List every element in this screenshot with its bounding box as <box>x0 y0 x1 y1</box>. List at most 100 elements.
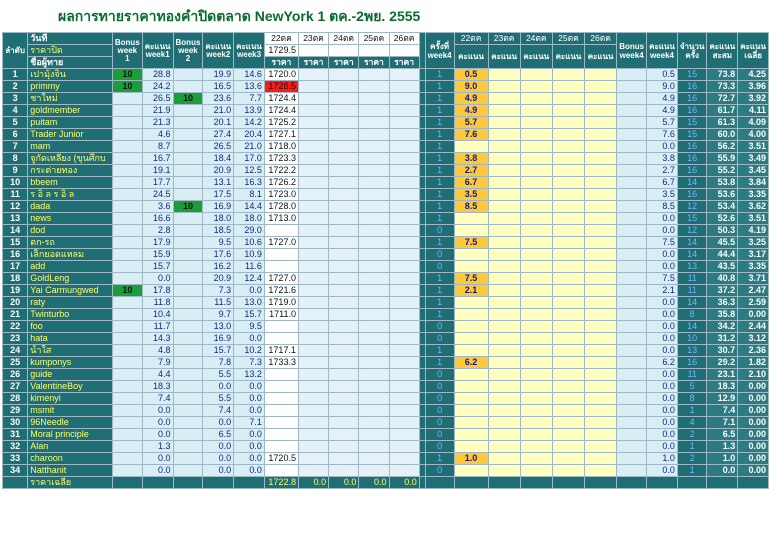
score-week4-cell[interactable]: 0.0 <box>646 404 678 417</box>
times-week4-cell[interactable]: 1 <box>424 92 455 105</box>
player-name[interactable]: puitam <box>27 116 113 129</box>
guess-price-cell[interactable] <box>358 224 390 237</box>
daily-score-cell[interactable] <box>519 440 553 453</box>
player-name[interactable]: primmy <box>27 80 113 93</box>
guess-price-cell[interactable] <box>358 308 390 321</box>
count-cell[interactable]: 15 <box>676 68 708 81</box>
bonus-week4-cell[interactable] <box>616 464 648 477</box>
score-week2-cell[interactable]: 17.5 <box>202 188 235 201</box>
guess-price-cell[interactable] <box>388 452 420 465</box>
score-week4-cell[interactable]: 7.5 <box>646 236 678 249</box>
daily-score-cell[interactable] <box>519 452 553 465</box>
daily-score-cell[interactable] <box>487 368 521 381</box>
daily-score-cell[interactable] <box>487 152 521 165</box>
score-week3-cell[interactable]: 17.0 <box>233 152 265 165</box>
daily-score-cell[interactable] <box>551 128 586 141</box>
close-price-cell[interactable] <box>358 44 390 57</box>
daily-score-cell[interactable] <box>453 392 489 405</box>
bonus-week1-cell[interactable] <box>111 428 143 441</box>
times-week4-cell[interactable]: 1 <box>424 68 455 81</box>
score-week4-cell[interactable]: 0.0 <box>646 392 678 405</box>
count-cell[interactable]: 15 <box>676 128 708 141</box>
score-week2-cell[interactable]: 0.0 <box>202 452 235 465</box>
score-week3-cell[interactable]: 14.2 <box>233 116 265 129</box>
bonus-week2-cell[interactable] <box>172 380 204 393</box>
score-week4-cell[interactable]: 9.0 <box>646 80 678 93</box>
guess-price-cell[interactable]: 1713.0 <box>263 212 299 225</box>
daily-score-cell[interactable] <box>519 368 553 381</box>
guess-price-cell[interactable]: 1721.6 <box>263 284 299 297</box>
daily-score-cell[interactable] <box>487 200 521 213</box>
daily-score-cell[interactable] <box>551 392 586 405</box>
score-week4-cell[interactable]: 0.0 <box>646 260 678 273</box>
score-week4-cell[interactable]: 0.0 <box>646 332 678 345</box>
guess-price-cell[interactable] <box>328 404 360 417</box>
bonus-week1-cell[interactable] <box>111 116 143 129</box>
bonus-week4-cell[interactable] <box>616 80 648 93</box>
times-week4-cell[interactable]: 0 <box>424 416 455 429</box>
guess-price-cell[interactable] <box>297 260 330 273</box>
score-week3-cell[interactable]: 0.0 <box>233 332 265 345</box>
daily-score-cell[interactable] <box>487 380 521 393</box>
average-score-cell[interactable]: 3.84 <box>737 176 769 189</box>
times-week4-cell[interactable]: 1 <box>424 152 455 165</box>
total-score-cell[interactable]: 12.9 <box>706 392 739 405</box>
close-price-cell[interactable] <box>297 44 330 57</box>
score-week1-cell[interactable]: 7.4 <box>141 392 174 405</box>
bonus-week1-cell[interactable] <box>111 152 143 165</box>
bonus-week2-cell[interactable] <box>172 344 204 357</box>
player-name[interactable]: GoldLeng <box>27 272 113 285</box>
daily-score-cell[interactable] <box>551 428 586 441</box>
bonus-week4-cell[interactable] <box>616 344 648 357</box>
bonus-week1-cell[interactable] <box>111 308 143 321</box>
count-cell[interactable]: 1 <box>676 404 708 417</box>
score-week4-cell[interactable]: 0.0 <box>646 464 678 477</box>
guess-price-cell[interactable] <box>297 284 330 297</box>
score-week1-cell[interactable]: 19.1 <box>141 164 174 177</box>
average-score-cell[interactable]: 3.51 <box>737 140 769 153</box>
bonus-week4-cell[interactable] <box>616 104 648 117</box>
daily-score-cell[interactable] <box>487 356 521 369</box>
daily-score-cell[interactable] <box>519 236 553 249</box>
daily-score-cell[interactable] <box>519 92 553 105</box>
bonus-week2-cell[interactable] <box>172 452 204 465</box>
score-week4-cell[interactable]: 0.0 <box>646 140 678 153</box>
daily-score-cell[interactable] <box>584 164 618 177</box>
score-week3-cell[interactable]: 13.2 <box>233 368 265 381</box>
times-week4-cell[interactable]: 0 <box>424 404 455 417</box>
bonus-week4-cell[interactable] <box>616 368 648 381</box>
score-week3-cell[interactable]: 0.0 <box>233 284 265 297</box>
guess-price-cell[interactable] <box>328 344 360 357</box>
bonus-week4-cell[interactable] <box>616 416 648 429</box>
score-week2-cell[interactable]: 18.0 <box>202 212 235 225</box>
guess-price-cell[interactable] <box>297 404 330 417</box>
daily-score-cell[interactable] <box>487 104 521 117</box>
guess-price-cell[interactable] <box>358 140 390 153</box>
score-week2-cell[interactable]: 16.9 <box>202 332 235 345</box>
bonus-week2-cell[interactable] <box>172 104 204 117</box>
player-name[interactable]: น้ำใส <box>27 344 113 357</box>
daily-score-cell[interactable] <box>487 260 521 273</box>
score-week3-cell[interactable]: 15.7 <box>233 308 265 321</box>
times-week4-cell[interactable]: 1 <box>424 272 455 285</box>
total-score-cell[interactable]: 55.2 <box>706 164 739 177</box>
score-week4-cell[interactable]: 5.7 <box>646 116 678 129</box>
score-week4-cell[interactable]: 0.0 <box>646 368 678 381</box>
guess-price-cell[interactable] <box>263 224 299 237</box>
daily-score-cell[interactable] <box>487 164 521 177</box>
times-week4-cell[interactable]: 0 <box>424 260 455 273</box>
times-week4-cell[interactable]: 1 <box>424 356 455 369</box>
guess-price-cell[interactable] <box>263 248 299 261</box>
times-week4-cell[interactable]: 1 <box>424 296 455 309</box>
bonus-week4-cell[interactable] <box>616 452 648 465</box>
total-score-cell[interactable]: 1.3 <box>706 440 739 453</box>
daily-score-cell[interactable] <box>551 212 586 225</box>
score-week2-cell[interactable]: 26.5 <box>202 140 235 153</box>
bonus-week4-cell[interactable] <box>616 380 648 393</box>
score-week1-cell[interactable]: 3.6 <box>141 200 174 213</box>
guess-price-cell[interactable] <box>358 248 390 261</box>
score-week2-cell[interactable]: 0.0 <box>202 440 235 453</box>
average-score-cell[interactable]: 2.36 <box>737 344 769 357</box>
score-week1-cell[interactable]: 8.7 <box>141 140 174 153</box>
daily-score-cell[interactable] <box>453 464 489 477</box>
